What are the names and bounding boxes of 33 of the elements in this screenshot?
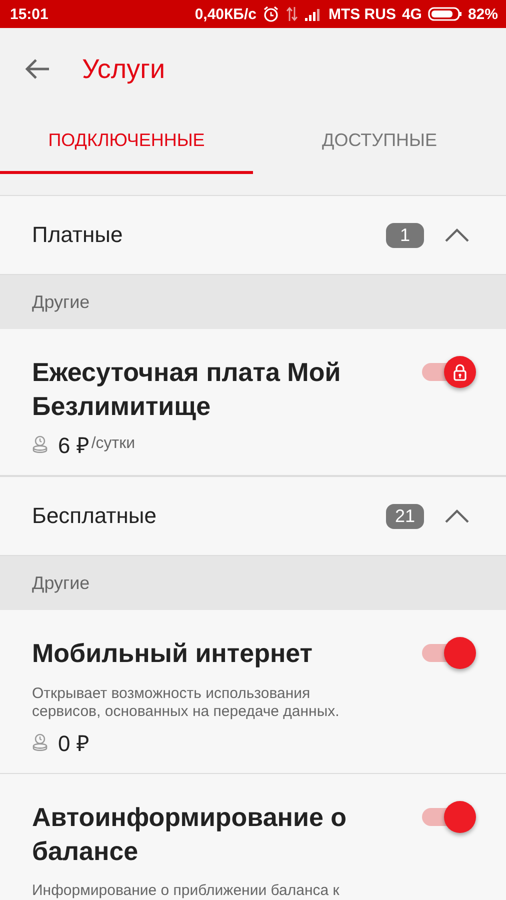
network-text: 4G: [402, 6, 422, 22]
section-title: Платные: [32, 222, 123, 248]
coins-icon: [32, 733, 48, 751]
service-name: Мобильный интернет: [32, 637, 313, 670]
price-text: 6 ₽: [58, 432, 90, 459]
group-label: Другие: [0, 556, 506, 610]
battery-text: 82%: [468, 6, 498, 22]
carrier-text: MTS RUS: [328, 6, 396, 22]
service-name: Ежесуточная плата Мой Безлимитище: [32, 356, 342, 423]
count-badge: 21: [386, 504, 424, 528]
back-button[interactable]: [24, 58, 50, 80]
lock-icon: [452, 363, 468, 381]
signal-icon: [304, 7, 322, 21]
tab[interactable]: ПОДКЛЮЧЕННЫЕ: [0, 110, 253, 174]
back-arrow-icon: [24, 58, 50, 80]
section-header[interactable]: Бесплатные 21: [0, 476, 506, 556]
group-label: Другие: [0, 275, 506, 329]
clock-text: 15:01: [10, 6, 48, 22]
service-description: Открывает возможность использования сервисов, основанных на передаче данных.: [32, 685, 340, 721]
section-header[interactable]: Платные 1: [0, 195, 506, 275]
alarm-icon: [262, 5, 280, 23]
price-unit: /сутки: [91, 435, 136, 453]
section-title: Бесплатные: [32, 503, 156, 529]
speed-text: 0,40КБ/с: [194, 6, 256, 22]
battery-icon: [428, 6, 462, 22]
tab[interactable]: ДОСТУПНЫЕ: [253, 110, 506, 174]
count-badge: 1: [386, 222, 424, 248]
service-name: Автоинформирование о балансе: [32, 801, 348, 868]
coins-icon: [32, 435, 48, 453]
price-text: 0 ₽: [58, 730, 90, 757]
data-arrows-icon: [286, 6, 298, 22]
page-title: Услуги: [82, 54, 166, 84]
service-description: Информирование о приближении баланса к: [32, 882, 340, 900]
